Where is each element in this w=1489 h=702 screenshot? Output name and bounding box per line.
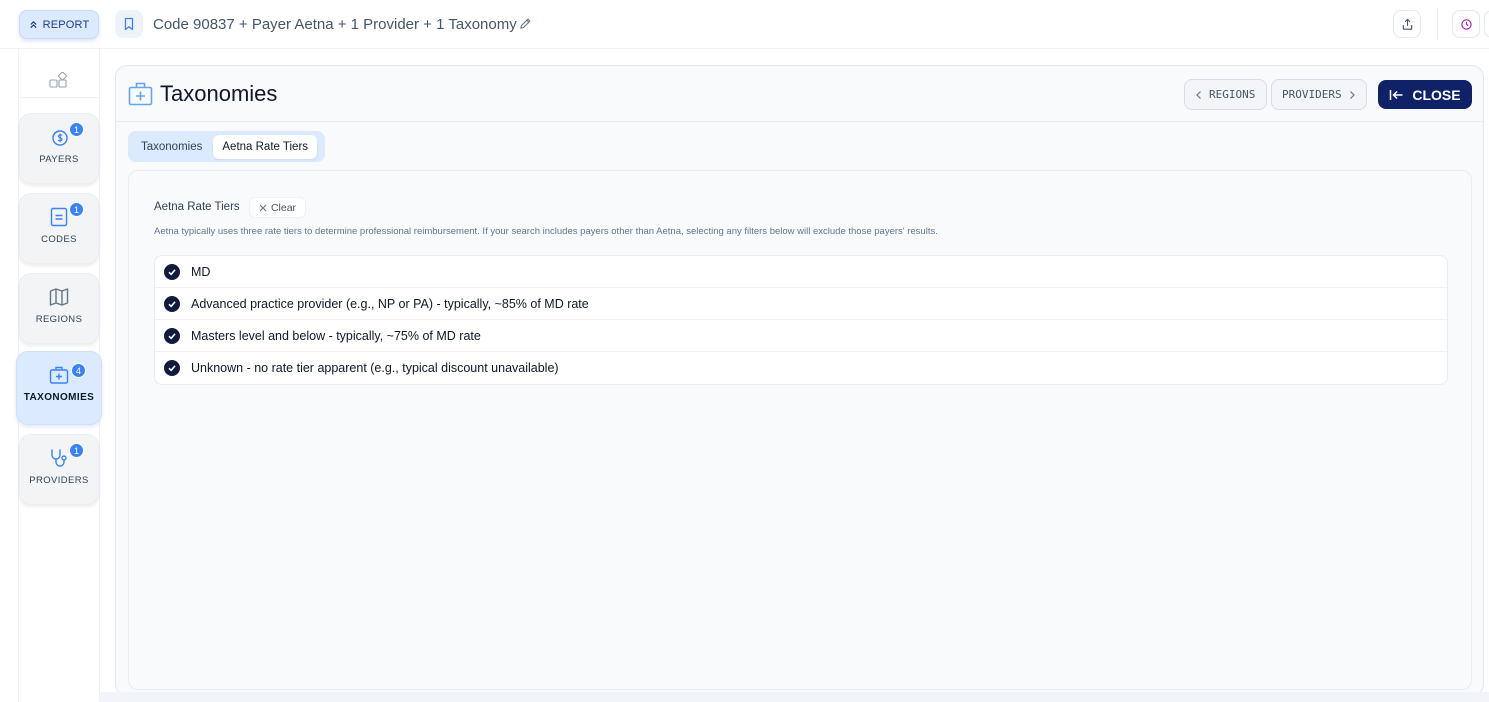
top-bar: REPORT Code 90837 + Payer Aetna + 1 Prov… <box>0 0 1489 49</box>
sidebar-item-label: PAYERS <box>39 154 79 165</box>
rate-tier-option[interactable]: MD <box>155 256 1447 288</box>
sidebar-item-label: CODES <box>41 234 77 245</box>
report-title: Code 90837 + Payer Aetna + 1 Provider + … <box>153 16 517 33</box>
share-button[interactable] <box>1393 10 1421 38</box>
checkbox-checked[interactable] <box>164 263 180 280</box>
checkbox-checked[interactable] <box>164 327 180 344</box>
option-label: MD <box>191 264 211 279</box>
rail-separator <box>19 97 99 98</box>
sidebar-item-payers[interactable]: 1 PAYERS <box>19 113 99 184</box>
clear-button-label: Clear <box>270 201 297 214</box>
panel-header: Taxonomies REGIONS PROVIDERS CLOSE <box>116 66 1483 122</box>
report-button-label: REPORT <box>42 18 90 31</box>
more-button[interactable] <box>1484 10 1489 38</box>
sidebar-item-label: REGIONS <box>35 314 83 325</box>
checkbox-checked[interactable] <box>164 360 180 376</box>
bottom-edge <box>100 692 1489 702</box>
sidebar-item-regions[interactable]: REGIONS <box>19 273 99 344</box>
map-icon <box>49 288 69 306</box>
chevron-right-icon <box>1349 90 1355 99</box>
report-button[interactable]: REPORT <box>19 10 99 39</box>
panel-title: Taxonomies <box>160 81 278 106</box>
close-button[interactable]: CLOSE <box>1378 80 1472 109</box>
filter-description: Aetna typically uses three rate tiers to… <box>154 226 938 237</box>
sidebar-item-codes[interactable]: 1 CODES <box>19 193 99 264</box>
checkbox-checked[interactable] <box>164 295 180 312</box>
double-chevron-up-icon <box>29 20 37 29</box>
check-icon <box>168 332 176 339</box>
history-button[interactable] <box>1452 10 1480 38</box>
next-providers-button[interactable]: PROVIDERS <box>1271 79 1367 110</box>
rate-tier-options: MD Advanced practice provider (e.g., NP … <box>154 255 1448 385</box>
providers-count-badge: 1 <box>69 443 84 458</box>
taxonomies-count-badge: 4 <box>71 363 86 378</box>
tab-taxonomies[interactable]: Taxonomies <box>132 135 211 159</box>
rate-tier-option[interactable]: Masters level and below - typically, ~75… <box>155 320 1447 352</box>
sidebar-item-label: PROVIDERS <box>29 475 89 486</box>
arrow-left-bar-icon <box>1390 89 1403 100</box>
taxonomies-panel: Taxonomies REGIONS PROVIDERS CLOSE Taxon… <box>115 65 1484 696</box>
tab-aetna-rate-tiers[interactable]: Aetna Rate Tiers <box>213 134 318 159</box>
clear-filter-button[interactable]: Clear <box>249 197 306 218</box>
check-icon <box>168 365 176 372</box>
check-icon <box>168 268 176 275</box>
dollar-coins-icon <box>52 130 68 146</box>
option-label: Unknown - no rate tier apparent (e.g., t… <box>191 361 559 375</box>
option-label: Masters level and below - typically, ~75… <box>191 328 481 343</box>
next-button-label: PROVIDERS <box>1282 88 1342 101</box>
panel-tabs: Taxonomies Aetna Rate Tiers <box>128 131 325 162</box>
bookmark-button[interactable] <box>115 10 143 38</box>
document-list-icon <box>50 207 68 227</box>
medical-kit-icon <box>128 82 153 106</box>
option-label: Advanced practice provider (e.g., NP or … <box>191 296 589 311</box>
rate-tier-option[interactable]: Unknown - no rate tier apparent (e.g., t… <box>155 352 1447 384</box>
sidebar-item-taxonomies[interactable]: 4 TAXONOMIES <box>16 351 102 425</box>
sidebar-item-providers[interactable]: 1 PROVIDERS <box>19 434 99 505</box>
sidebar-item-label: TAXONOMIES <box>23 392 95 403</box>
medical-kit-icon <box>49 366 69 384</box>
stethoscope-icon <box>51 449 67 467</box>
share-icon <box>1402 18 1412 30</box>
close-button-label: CLOSE <box>1412 86 1461 103</box>
rate-tiers-filter-section: Aetna Rate Tiers Clear Aetna typically u… <box>128 170 1472 690</box>
dashboard-grid-icon[interactable] <box>49 72 68 91</box>
rate-tier-option[interactable]: Advanced practice provider (e.g., NP or … <box>155 288 1447 320</box>
chevron-left-icon <box>1196 90 1201 99</box>
topbar-divider <box>1437 8 1438 40</box>
close-icon <box>259 204 267 211</box>
filter-label: Aetna Rate Tiers <box>154 201 240 213</box>
pencil-icon[interactable] <box>519 17 532 30</box>
payers-count-badge: 1 <box>69 122 84 137</box>
codes-count-badge: 1 <box>69 202 84 217</box>
check-icon <box>168 300 176 307</box>
previous-regions-button[interactable]: REGIONS <box>1184 79 1267 110</box>
previous-button-label: REGIONS <box>1209 88 1256 101</box>
history-icon <box>1460 18 1472 30</box>
bookmark-icon <box>124 17 134 31</box>
